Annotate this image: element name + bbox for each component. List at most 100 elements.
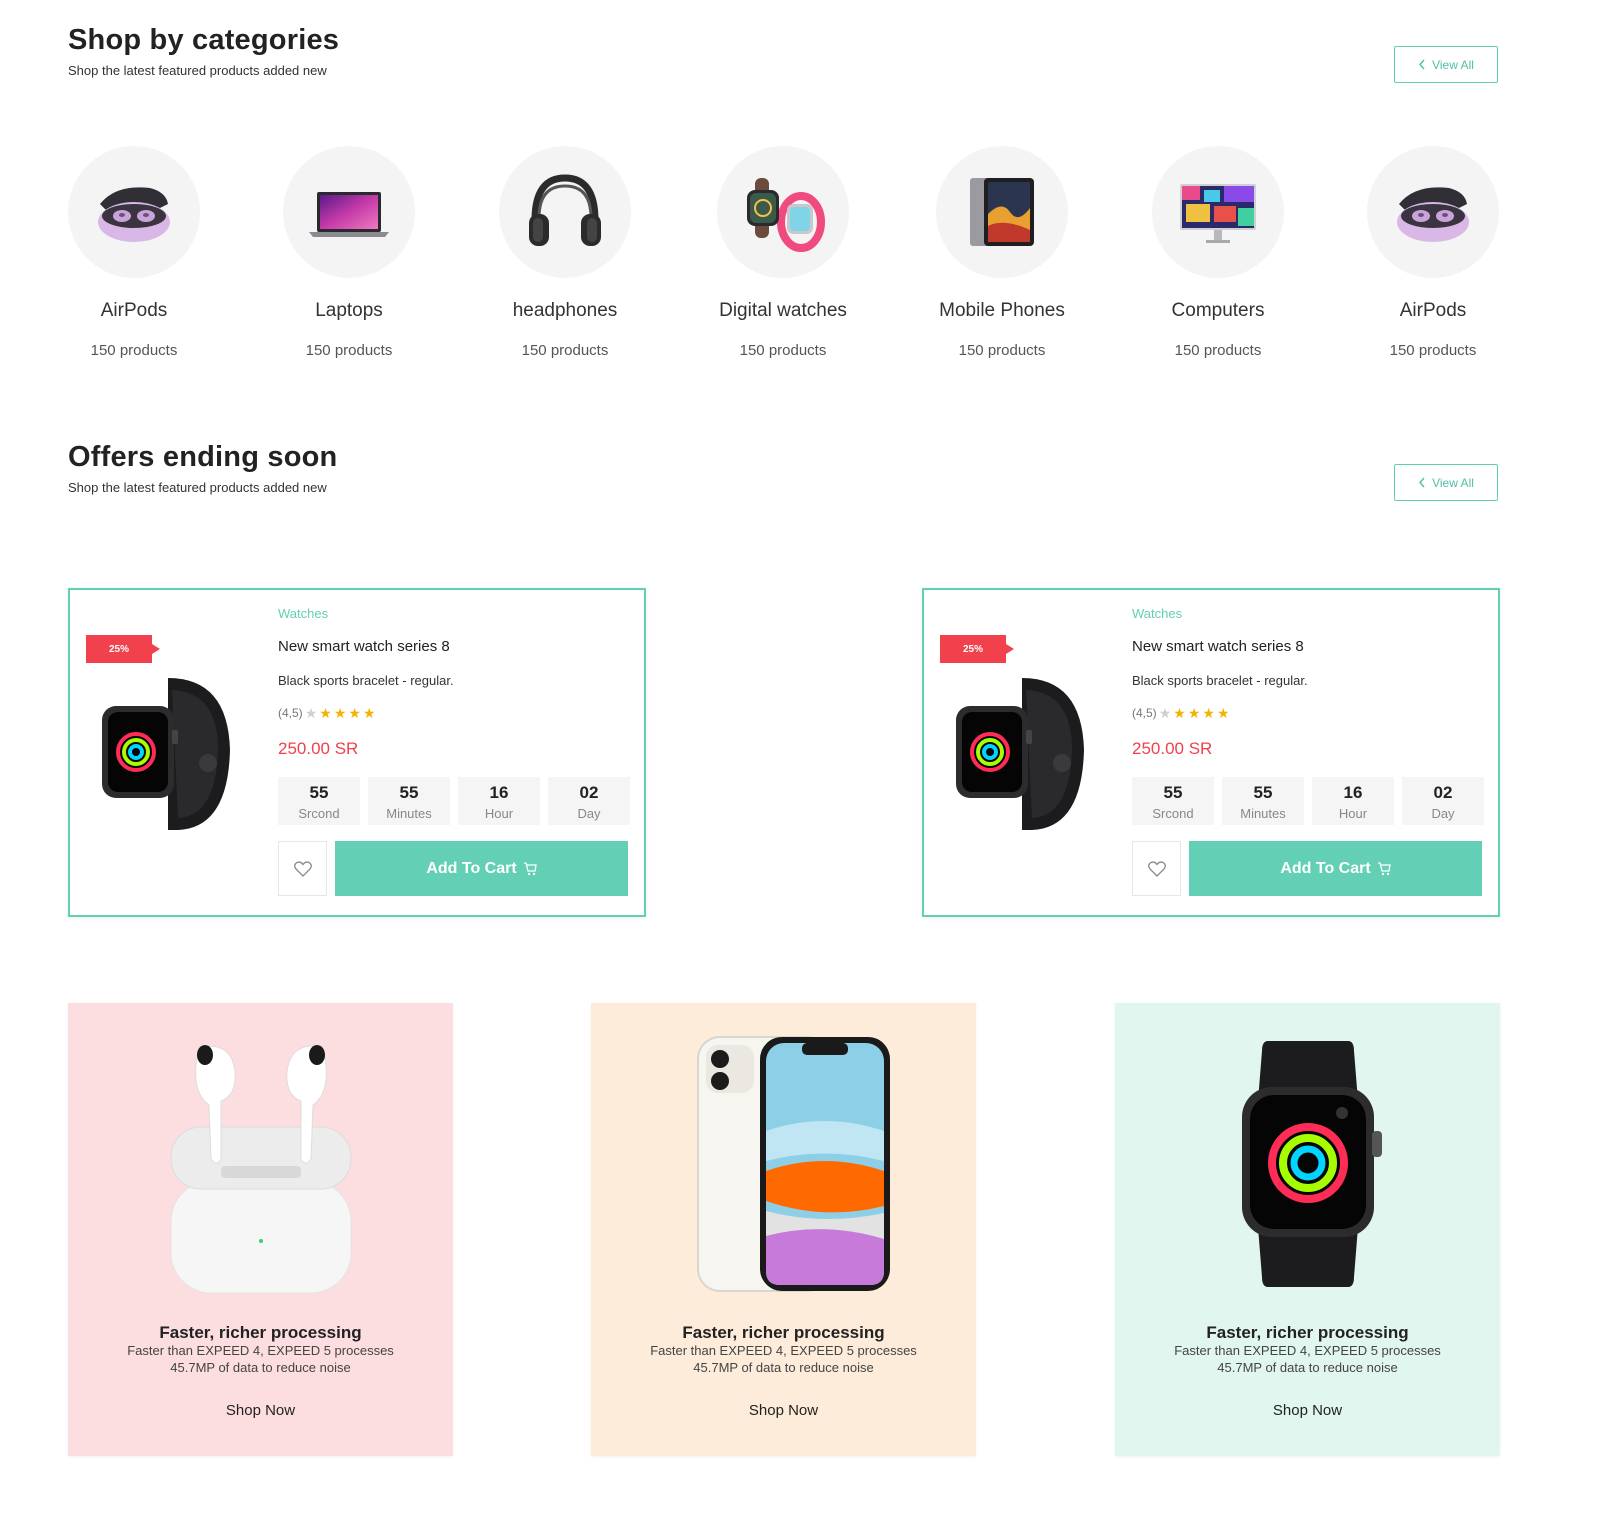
star-icon: ★ (1158, 705, 1172, 721)
star-icon: ★ (1173, 705, 1186, 721)
category-airpods-2[interactable]: AirPods 150 products (1343, 146, 1523, 359)
category-laptops[interactable]: Laptops 150 products (259, 146, 439, 359)
category-count: 150 products (1174, 342, 1262, 359)
category-computers[interactable]: Computers 150 products (1128, 146, 1308, 359)
countdown-seconds: 55 Srcond (1132, 777, 1214, 825)
chevron-left-icon (1419, 59, 1425, 70)
category-image (499, 146, 631, 278)
discount-badge: 25% (86, 635, 160, 663)
star-icon: ★ (304, 705, 318, 721)
airpods-icon (170, 1045, 351, 1294)
star-icon: ★ (1202, 705, 1215, 721)
promo-title: Faster, richer processing (159, 1323, 362, 1342)
category-airpods[interactable]: AirPods 150 products (44, 146, 224, 359)
section-subtitle: Shop the latest featured products added … (68, 480, 327, 495)
countdown-timer: 55 Srcond 55 Minutes 16 Hour 02 Day (1132, 777, 1484, 825)
rating-value: (4,5) (1132, 706, 1157, 720)
promo-card-airpods: Faster, richer processing Faster than EX… (68, 1003, 453, 1456)
category-image (1367, 146, 1499, 278)
countdown-label: Hour (1338, 806, 1368, 821)
offer-product-name[interactable]: New smart watch series 8 (278, 638, 630, 655)
promo-description: 45.7MP of data to reduce noise (1217, 1360, 1398, 1375)
offer-product-name[interactable]: New smart watch series 8 (1132, 638, 1484, 655)
countdown-minutes: 55 Minutes (368, 777, 450, 825)
offer-description: Black sports bracelet - regular. (278, 673, 454, 688)
rating: (4,5) ★ ★ ★ ★ ★ (278, 706, 630, 720)
offer-info: Watches New smart watch series 8 Black s… (278, 606, 630, 896)
countdown-label: Minutes (386, 806, 432, 821)
view-all-label: View All (1432, 57, 1474, 72)
rating: (4,5) ★ ★ ★ ★ ★ (1132, 706, 1484, 720)
countdown-value: 55 (309, 783, 329, 802)
category-mobile-phones[interactable]: Mobile Phones 150 products (912, 146, 1092, 359)
category-count: 150 products (739, 342, 827, 359)
airpods-case-icon (1397, 187, 1469, 242)
countdown-days: 02 Day (1402, 777, 1484, 825)
iphone-icon (696, 1036, 890, 1292)
shop-now-link[interactable]: Shop Now (591, 1402, 976, 1419)
view-all-button[interactable]: View All (1394, 46, 1498, 83)
countdown-label: Srcond (1152, 806, 1194, 821)
promo-card-watch: Faster, richer processing Faster than EX… (1115, 1003, 1500, 1456)
category-count: 150 products (958, 342, 1046, 359)
category-name: AirPods (100, 300, 168, 321)
countdown-minutes: 55 Minutes (1222, 777, 1304, 825)
apple-watch-product-image (102, 678, 230, 830)
promo-description: 45.7MP of data to reduce noise (170, 1360, 351, 1375)
monitor-icon (1180, 184, 1256, 243)
category-image (717, 146, 849, 278)
category-name: headphones (512, 300, 618, 321)
wishlist-button[interactable] (1132, 841, 1181, 896)
category-name: Computers (1171, 300, 1265, 321)
category-headphones[interactable]: headphones 150 products (475, 146, 655, 359)
shop-now-link[interactable]: Shop Now (68, 1402, 453, 1419)
add-to-cart-button[interactable]: Add To Cart (1189, 841, 1482, 896)
promo-description: Faster than EXPEED 4, EXPEED 5 processes (650, 1343, 917, 1358)
cart-icon (1377, 861, 1391, 875)
promo-description: Faster than EXPEED 4, EXPEED 5 processes (127, 1343, 394, 1358)
offer-price: 250.00 SR (1132, 739, 1213, 758)
shop-now-link[interactable]: Shop Now (1115, 1402, 1500, 1419)
countdown-label: Hour (484, 806, 514, 821)
discount-badge: 25% (940, 635, 1014, 663)
offer-card[interactable]: 25% Watches New smart watch series 8 Bla… (68, 588, 646, 917)
offer-actions: Add To Cart (278, 841, 630, 896)
cart-icon (523, 861, 537, 875)
category-count: 150 products (305, 342, 393, 359)
offer-category[interactable]: Watches (278, 606, 630, 621)
countdown-label: Day (1431, 806, 1455, 821)
countdown-seconds: 55 Srcond (278, 777, 360, 825)
countdown-value: 16 (1343, 783, 1363, 802)
categories-header: Shop by categories Shop the latest featu… (68, 24, 339, 78)
headphones-icon (529, 174, 601, 246)
offer-info: Watches New smart watch series 8 Black s… (1132, 606, 1484, 896)
offer-card[interactable]: 25% Watches New smart watch series 8 Bla… (922, 588, 1500, 917)
offer-description: Black sports bracelet - regular. (1132, 673, 1308, 688)
category-count: 150 products (90, 342, 178, 359)
view-all-button[interactable]: View All (1394, 464, 1498, 501)
section-subtitle: Shop the latest featured products added … (68, 63, 327, 78)
category-name: Mobile Phones (939, 300, 1065, 321)
heart-icon (1147, 860, 1166, 877)
add-to-cart-button[interactable]: Add To Cart (335, 841, 628, 896)
wishlist-button[interactable] (278, 841, 327, 896)
star-icon: ★ (333, 705, 347, 721)
offers-header: Offers ending soon Shop the latest featu… (68, 441, 337, 495)
chevron-left-icon (1419, 477, 1425, 488)
category-digital-watches[interactable]: Digital watches 150 products (693, 146, 873, 359)
promo-description: 45.7MP of data to reduce noise (693, 1360, 874, 1375)
offer-category[interactable]: Watches (1132, 606, 1484, 621)
promo-title: Faster, richer processing (1206, 1323, 1409, 1342)
offer-actions: Add To Cart (1132, 841, 1484, 896)
rating-value: (4,5) (278, 706, 303, 720)
category-count: 150 products (521, 342, 609, 359)
category-name: AirPods (1399, 300, 1467, 321)
apple-watch-icon (1241, 1041, 1382, 1287)
countdown-hours: 16 Hour (1312, 777, 1394, 825)
countdown-hours: 16 Hour (458, 777, 540, 825)
star-icon: ★ (362, 705, 376, 721)
add-to-cart-label: Add To Cart (426, 859, 517, 877)
countdown-value: 55 (1253, 783, 1273, 802)
countdown-value: 02 (1433, 783, 1453, 802)
star-icon: ★ (319, 705, 332, 721)
